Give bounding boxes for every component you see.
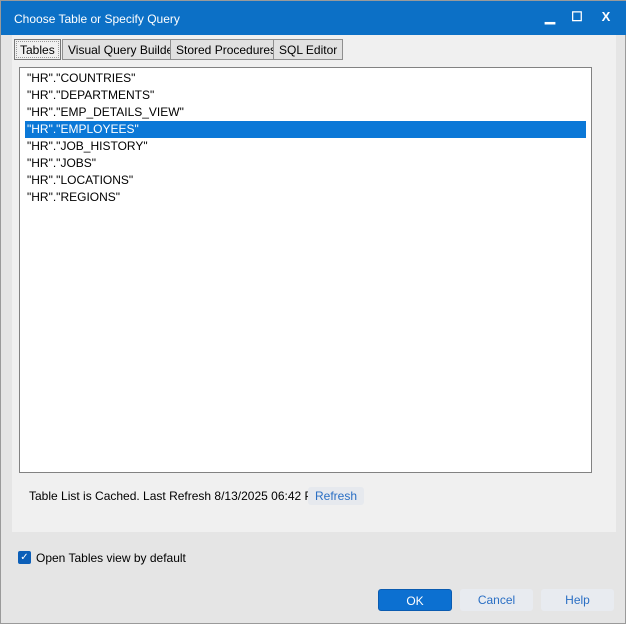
tab-stored-procedures[interactable]: Stored Procedures [170,39,283,60]
table-list[interactable]: "HR"."COUNTRIES" "HR"."DEPARTMENTS" "HR"."… [19,67,592,473]
tab-visual-query-builder[interactable]: Visual Query Builder [62,39,184,60]
table-list-item[interactable]: "HR"."JOB_HISTORY" [25,138,586,155]
maximize-icon[interactable]: ☐ [567,9,587,27]
open-tables-default-label[interactable]: Open Tables view by default [36,551,186,565]
open-tables-default-checkbox[interactable]: ✓ [18,551,31,564]
table-list-item[interactable]: "HR"."JOBS" [25,155,586,172]
refresh-button[interactable]: Refresh [308,487,364,505]
tab-sql-editor[interactable]: SQL Editor [273,39,344,60]
table-list-item[interactable]: "HR"."DEPARTMENTS" [25,87,586,104]
cancel-button[interactable]: Cancel [460,589,533,611]
table-list-item[interactable]: "HR"."LOCATIONS" [25,172,586,189]
cache-status: Table List is Cached. Last Refresh 8/13/… [29,489,323,503]
ok-button[interactable]: OK [378,589,452,611]
tables-panel: Tables Visual Query Builder Stored Proce… [12,35,616,532]
window-title: Choose Table or Specify Query [14,12,180,26]
table-list-item[interactable]: "HR"."EMPLOYEES" [25,121,586,138]
minimize-icon[interactable]: ▁ [540,9,560,27]
table-list-item[interactable]: "HR"."REGIONS" [25,189,586,206]
table-list-item[interactable]: "HR"."COUNTRIES" [25,70,586,87]
close-icon[interactable]: X [596,9,616,27]
table-list-item[interactable]: "HR"."EMP_DETAILS_VIEW" [25,104,586,121]
help-button[interactable]: Help [541,589,614,611]
title-bar: Choose Table or Specify Query ▁ ☐ X [1,1,626,35]
tab-tables[interactable]: Tables [14,39,61,60]
